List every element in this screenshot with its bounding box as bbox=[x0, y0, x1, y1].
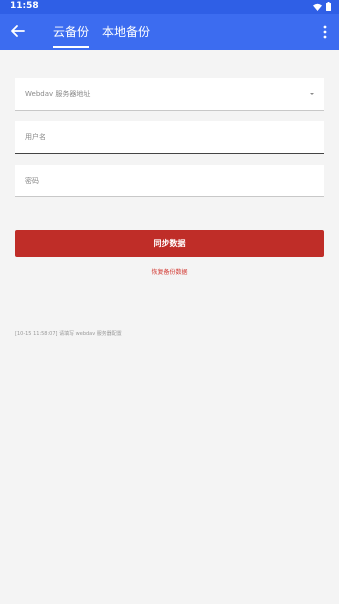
username-placeholder: 用户名 bbox=[25, 133, 46, 141]
wifi-icon bbox=[313, 3, 322, 11]
password-placeholder: 密码 bbox=[25, 177, 39, 185]
sync-data-button[interactable]: 同步数据 bbox=[15, 230, 324, 257]
server-address-placeholder: Webdav 服务器地址 bbox=[25, 90, 91, 98]
status-time: 11:58 bbox=[10, 1, 39, 11]
username-field[interactable]: 用户名 bbox=[15, 121, 324, 154]
battery-icon bbox=[326, 2, 331, 11]
status-bar: 11:58 bbox=[0, 0, 339, 14]
tab-cloud-backup[interactable]: 云备份 bbox=[53, 23, 90, 48]
log-message: [10-15 11:58:07] 请填写 webdav 服务器配置 bbox=[15, 331, 122, 337]
password-field[interactable]: 密码 bbox=[15, 165, 324, 197]
server-address-field[interactable]: Webdav 服务器地址 bbox=[15, 78, 324, 111]
arrow-left-icon[interactable] bbox=[10, 23, 26, 39]
app-bar: 云备份 本地备份 bbox=[0, 14, 339, 50]
dropdown-caret-icon[interactable] bbox=[310, 93, 314, 95]
tab-local-backup[interactable]: 本地备份 bbox=[102, 23, 150, 40]
more-vertical-icon[interactable] bbox=[323, 25, 327, 39]
status-icons bbox=[313, 2, 331, 11]
restore-backup-link[interactable]: 恢复备份数据 bbox=[0, 267, 339, 276]
